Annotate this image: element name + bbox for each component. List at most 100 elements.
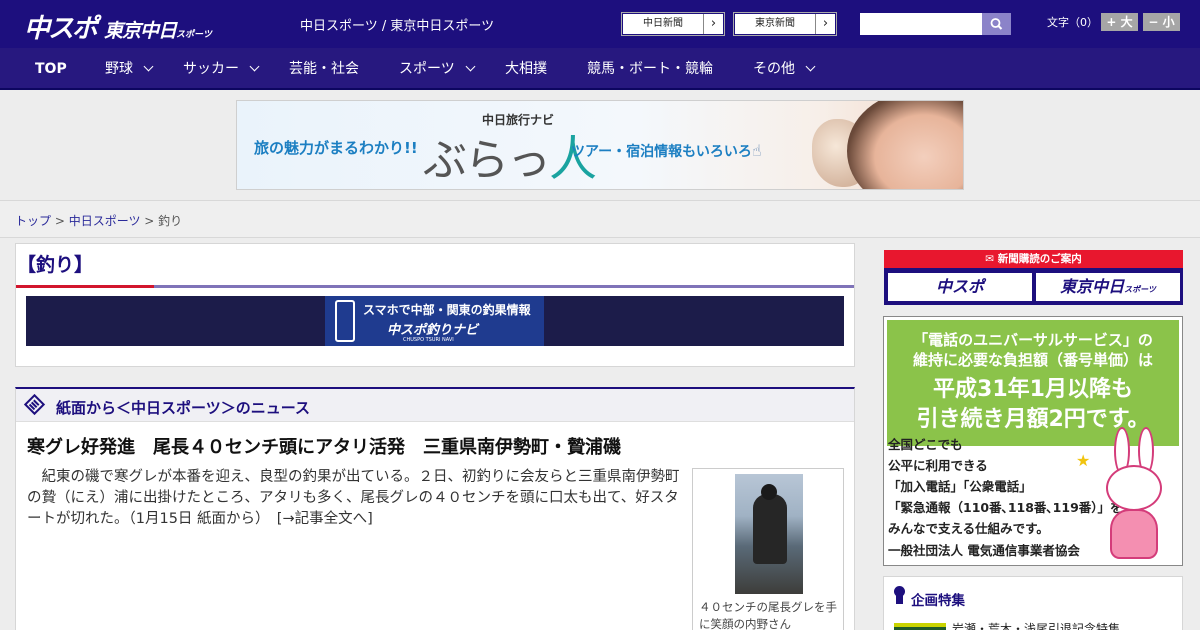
rabbit-body [1110, 509, 1158, 559]
chunichi-shimbun-label: 中日新聞 [643, 18, 683, 29]
angler-head [761, 484, 777, 500]
rabbit-mascot-image: ★ [1076, 427, 1174, 562]
universal-service-ad[interactable]: 「電話のユニバーサルサービス」の 維持に必要な負担額（番号単価）は 平成31年1月… [883, 316, 1183, 566]
nav-item-sports[interactable]: スポーツ [399, 48, 476, 90]
universal-ad-body-line: 「加入電話」「公衆電話」 [888, 479, 1032, 494]
article-photo[interactable] [735, 474, 803, 594]
nav-item-label: TOP [35, 61, 67, 77]
logo-tokyo-small: スポーツ [176, 30, 212, 40]
article-lead: 紀東の磯で寒グレが本番を迎え、良型の釣果が出ている。２日、初釣りに会友らと三重県… [27, 467, 683, 530]
nav-item-label: 大相撲 [505, 61, 547, 77]
universal-ad-headline-1a: 「電話のユニバーサルサービス」の [913, 331, 1153, 349]
breadcrumb: トップ > 中日スポーツ > 釣り [15, 212, 182, 229]
subscribe-tokyo-small: スポーツ [1124, 285, 1156, 294]
ad-brand-logo: ぶらっ人 [423, 119, 597, 189]
tsuri-navi-logo: スマホで中部・関東の釣果情報 中スポ釣りナビ CHUSPO TSURI NAVI [325, 296, 544, 346]
universal-ad-headline-2: 平成31年1月以降も 引き続き月額2円です。 [887, 375, 1179, 435]
site-logo[interactable]: 中スポ 東京中日スポーツ [24, 8, 212, 45]
photo-caption: ４０センチの尾長グレを手に笑顔の内野さん [699, 600, 837, 630]
nav-item-label: 芸能・社会 [289, 61, 359, 77]
feature-thumbnail[interactable] [894, 623, 946, 630]
ad-text-left: 旅の魅力がまるわかり!! [254, 139, 418, 157]
page-title: 【釣り】 [17, 254, 94, 276]
chevron-down-icon [465, 61, 476, 72]
article-title[interactable]: 寒グレ好発進 尾長４０センチ頭にアタリ活発 三重県南伊勢町・贄浦磯 [27, 433, 621, 459]
site-name: 中日スポーツ / 東京中日スポーツ [300, 19, 495, 34]
chevron-down-icon [143, 61, 154, 72]
chevron-right-icon: › [815, 14, 835, 34]
tsuri-navi-line3: CHUSPO TSURI NAVI [403, 337, 454, 343]
universal-ad-headline-2a: 平成31年1月以降も [933, 377, 1133, 402]
travel-navi-ad-banner[interactable]: 旅の魅力がまるわかり!! 中日旅行ナビ ぶらっ人 ツアー・宿泊情報もいろいろ☝ [236, 100, 964, 190]
search-button[interactable] [982, 13, 1011, 35]
nav-item-label: その他 [753, 61, 795, 77]
subscribe-label: ✉ 新聞購読のご案内 [985, 253, 1082, 265]
nav-item-label: 競馬・ボート・競輪 [587, 61, 713, 77]
rabbit-face [1106, 465, 1162, 511]
ad-model-image [847, 101, 963, 189]
chevron-right-icon: › [703, 14, 723, 34]
read-more-link[interactable]: [→記事全文へ] [277, 511, 373, 527]
smartphone-icon [335, 300, 355, 342]
nav-item-baseball[interactable]: 野球 [105, 48, 154, 90]
subscribe-tokyo-label: 東京中日 [1060, 277, 1125, 296]
nav-item-sumo[interactable]: 大相撲 [505, 48, 547, 90]
breadcrumb-bar: トップ > 中日スポーツ > 釣り [0, 200, 1200, 238]
title-underline-accent [16, 285, 154, 288]
breadcrumb-current: 釣り [158, 214, 183, 228]
font-smaller-button[interactable]: − 小 [1143, 13, 1180, 31]
logo-tokyo-chunichi: 東京中日 [104, 20, 177, 42]
news-section-label: 紙面から＜中日スポーツ＞のニュース [56, 399, 310, 417]
nav-item-keiba[interactable]: 競馬・ボート・競輪 [587, 48, 713, 90]
universal-ad-headline-1b: 維持に必要な負担額（番号単価）は [912, 351, 1153, 369]
font-size-label: 文字（0） [1047, 16, 1098, 29]
newspaper-icon [23, 393, 46, 416]
article-photo-box: ４０センチの尾長グレを手に笑顔の内野さん [692, 468, 844, 630]
breadcrumb-top[interactable]: トップ [15, 214, 51, 228]
news-section-header: 紙面から＜中日スポーツ＞のニュース [16, 389, 854, 422]
chevron-down-icon [805, 61, 816, 72]
chevron-down-icon [249, 61, 260, 72]
logo-chuspo: 中スポ [24, 14, 98, 44]
ad-text-right-label: ツアー・宿泊情報もいろいろ [571, 144, 752, 160]
nav-item-label: スポーツ [399, 61, 455, 77]
tsuri-navi-line2: 中スポ釣りナビ [387, 323, 479, 338]
tokyo-shimbun-button[interactable]: 東京新聞 › [733, 12, 837, 36]
nav-item-top[interactable]: TOP [35, 48, 67, 90]
tokyo-shimbun-label: 東京新聞 [755, 18, 795, 29]
site-header: 中スポ 東京中日スポーツ 中日スポーツ / 東京中日スポーツ 中日新聞 › 東京新… [0, 0, 1200, 48]
nav-item-entertainment[interactable]: 芸能・社会 [289, 48, 359, 90]
universal-ad-body-line: みんなで支える仕組みです。 [888, 521, 1049, 536]
feature-panel: 企画特集 岩瀬・荒木・浅尾引退記念特集 [883, 576, 1183, 630]
ad-text-right: ツアー・宿泊情報もいろいろ☝ [571, 141, 762, 161]
pointing-hand-icon: ☝ [751, 141, 762, 160]
tsuri-navi-line1: スマホで中部・関東の釣果情報 [363, 303, 531, 317]
breadcrumb-chunichi-sports[interactable]: 中日スポーツ [69, 214, 141, 228]
universal-ad-headline-1: 「電話のユニバーサルサービス」の 維持に必要な負担額（番号単価）は [887, 330, 1179, 370]
ad-brand-main: ぶらっ [423, 135, 551, 186]
title-underline [16, 285, 854, 288]
star-icon: ★ [1076, 451, 1091, 470]
subscribe-chuspo-button[interactable]: 中スポ [888, 273, 1032, 301]
search-icon [990, 18, 1003, 30]
breadcrumb-separator: > [51, 214, 69, 228]
universal-ad-body-line: 「緊急通報（110番､118番､119番）」を [888, 500, 1123, 515]
breadcrumb-separator: > [140, 214, 159, 228]
feature-item-link[interactable]: 岩瀬・荒木・浅尾引退記念特集 [952, 620, 1120, 630]
subscribe-chuspo-label: 中スポ [935, 277, 984, 296]
nav-item-other[interactable]: その他 [753, 48, 816, 90]
ribbon-icon [894, 586, 905, 604]
universal-ad-body: 全国どこでも 公平に利用できる 「加入電話」「公衆電話」 「緊急通報（110番､… [888, 434, 1123, 539]
subscribe-tokyo-button[interactable]: 東京中日スポーツ [1036, 273, 1180, 301]
angler-figure [753, 494, 787, 564]
nav-item-label: サッカー [183, 61, 239, 77]
search-input[interactable] [860, 13, 982, 35]
nav-item-soccer[interactable]: サッカー [183, 48, 260, 90]
chunichi-shimbun-button[interactable]: 中日新聞 › [621, 12, 725, 36]
feature-label: 企画特集 [911, 593, 965, 609]
subscribe-label-text: 新聞購読のご案内 [997, 253, 1082, 265]
font-bigger-button[interactable]: + 大 [1101, 13, 1138, 31]
main-nav: TOP 野球 サッカー 芸能・社会 スポーツ 大相撲 競馬・ボート・競輪 その他 [0, 48, 1200, 90]
tsuri-navi-banner[interactable]: スマホで中部・関東の釣果情報 中スポ釣りナビ CHUSPO TSURI NAVI [26, 296, 844, 346]
universal-ad-footer: 一般社団法人 電気通信事業者協会 [888, 543, 1080, 558]
